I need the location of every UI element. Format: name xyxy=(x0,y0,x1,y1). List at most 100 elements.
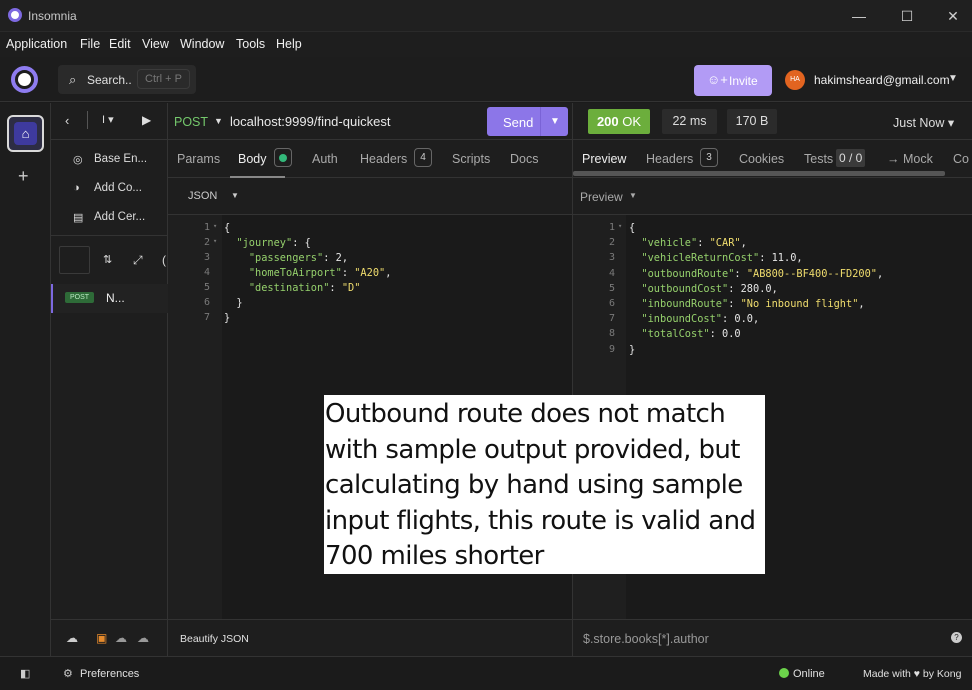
body-type-selector[interactable]: JSON xyxy=(188,190,217,202)
line-number: 8 xyxy=(608,328,615,339)
url-input[interactable]: localhost:9999/find-quickest xyxy=(230,114,390,129)
preview-mode-selector[interactable]: Preview xyxy=(580,190,623,204)
line-number: 4 xyxy=(608,268,615,279)
tab-response-headers[interactable]: Headers xyxy=(646,152,693,166)
add-user-icon: ☺+ xyxy=(707,72,728,87)
git-icon[interactable]: ▣ xyxy=(96,631,107,645)
minimize-button[interactable]: — xyxy=(849,6,869,26)
sidebar-item-add-cookies[interactable]: ◑ Add Co... xyxy=(73,182,168,198)
tab-mock[interactable]: → Mock xyxy=(887,152,933,166)
method-selector[interactable]: POST xyxy=(174,115,208,129)
tab-docs[interactable]: Docs xyxy=(510,152,538,166)
more-icon[interactable]: ( xyxy=(162,253,166,267)
beautify-json-button[interactable]: Beautify JSON xyxy=(180,633,249,645)
annotation-line: with sample output provided, but xyxy=(325,434,741,465)
line-number: 2 xyxy=(203,237,210,248)
chevron-down-icon[interactable]: ▼ xyxy=(214,116,223,126)
search-button[interactable]: ⌕ Search.. Ctrl + P xyxy=(58,65,196,94)
invite-button[interactable]: ☺+ Invite xyxy=(694,65,772,96)
code-line: "outboundCost": 280.0, xyxy=(641,283,778,295)
sidebar-item-base-environment[interactable]: ◎ Base En... xyxy=(73,153,168,169)
chevron-down-icon[interactable]: ▼ xyxy=(629,191,637,200)
tab-params[interactable]: Params xyxy=(177,152,220,166)
line-number: 5 xyxy=(608,283,615,294)
tab-tests[interactable]: Tests xyxy=(804,152,833,166)
code-line: } xyxy=(224,312,231,324)
window-title: Insomnia xyxy=(28,9,77,23)
line-number: 7 xyxy=(203,312,210,323)
body-type-row: JSON ▼ xyxy=(168,178,572,215)
menu-file[interactable]: File xyxy=(80,37,100,51)
sidebar-footer: ☁ ▣ ☁ ☁ xyxy=(51,619,168,656)
tab-body[interactable]: Body xyxy=(238,152,267,166)
menu-help[interactable]: Help xyxy=(276,37,302,51)
avatar[interactable]: HA xyxy=(785,70,805,90)
sidebar-item-add-certificates[interactable]: ▤ Add Cer... xyxy=(73,211,168,227)
cloud-upload-icon[interactable]: ☁ xyxy=(137,631,149,645)
tests-count-badge: 0 / 0 xyxy=(836,149,866,167)
tab-scripts[interactable]: Scripts xyxy=(452,152,490,166)
app-logo-icon[interactable] xyxy=(11,66,38,93)
code-line: "inboundCost": 0.0, xyxy=(641,313,760,325)
fold-icon[interactable]: ▾ xyxy=(213,237,217,245)
user-email[interactable]: hakimsheard@gmail.com xyxy=(814,73,950,87)
code-line: "outboundRoute": "AB800--BF400--FD200", xyxy=(641,268,884,280)
response-filter-input[interactable]: $.store.books[*].author xyxy=(583,632,709,646)
cloud-icon[interactable]: ☁ xyxy=(66,631,78,645)
response-history-selector[interactable]: Just Now ▾ xyxy=(893,115,954,130)
menu-edit[interactable]: Edit xyxy=(109,37,131,51)
home-button[interactable]: ⌂ xyxy=(7,115,44,152)
chevron-down-icon[interactable]: ▼ xyxy=(550,116,560,127)
line-number: 7 xyxy=(608,313,615,324)
sidebar-toggle-icon[interactable]: ◧ xyxy=(20,667,30,680)
tab-auth[interactable]: Auth xyxy=(312,152,338,166)
tab-cookies[interactable]: Cookies xyxy=(739,152,784,166)
headers-count-badge: 4 xyxy=(414,148,432,167)
response-time: 22 ms xyxy=(662,109,717,134)
tab-preview[interactable]: Preview xyxy=(582,152,626,166)
insomnia-logo-icon xyxy=(8,8,22,22)
sidebar-request-item[interactable]: POST N... xyxy=(51,284,168,313)
preferences-link[interactable]: Preferences xyxy=(80,668,139,680)
run-icon[interactable]: ▶ xyxy=(142,113,151,127)
response-size: 170 B xyxy=(727,109,777,134)
chevron-down-icon[interactable]: ▼ xyxy=(231,191,239,200)
filter-input[interactable] xyxy=(59,246,90,274)
fold-icon[interactable]: ▾ xyxy=(618,222,622,230)
left-rail: ⌂ + xyxy=(0,103,51,656)
maximize-button[interactable]: ☐ xyxy=(897,6,917,26)
cookie-icon: ◑ xyxy=(73,182,80,194)
help-icon[interactable]: ? xyxy=(951,632,962,643)
fold-icon[interactable]: ▾ xyxy=(213,222,217,230)
tab-console[interactable]: Co xyxy=(953,152,969,166)
response-headers-count-badge: 3 xyxy=(700,148,718,167)
code-line: "homeToAirport": "A20", xyxy=(248,267,392,279)
back-icon[interactable]: ‹ xyxy=(65,113,69,128)
sidebar-divider xyxy=(51,235,168,236)
code-line: "passengers": 2, xyxy=(248,252,349,264)
line-number: 6 xyxy=(608,298,615,309)
menu-application[interactable]: Application xyxy=(6,37,67,51)
line-number: 6 xyxy=(203,297,210,308)
sort-icon[interactable]: ⇅ xyxy=(103,253,112,266)
expand-icon[interactable]: ⤢ xyxy=(133,253,143,268)
menu-window[interactable]: Window xyxy=(180,37,224,51)
url-bar: POST ▼ localhost:9999/find-quickest Send… xyxy=(168,103,572,140)
search-shortcut: Ctrl + P xyxy=(137,69,190,89)
status-bar: ◧ ⚙ Preferences Online Made with ♥ by Ko… xyxy=(0,656,972,690)
send-button[interactable]: Send ▼ xyxy=(487,107,568,136)
menu-view[interactable]: View xyxy=(142,37,169,51)
close-button[interactable]: ✕ xyxy=(943,6,963,26)
plus-icon[interactable]: + xyxy=(18,166,29,187)
invite-label: Invite xyxy=(729,74,758,88)
request-name: N... xyxy=(106,291,125,305)
made-with-kong[interactable]: Made with ♥ by Kong xyxy=(863,668,961,680)
tabs-scrollbar[interactable] xyxy=(573,171,945,176)
chevron-down-icon[interactable]: ▼ xyxy=(948,73,958,84)
gear-icon[interactable]: ⚙ xyxy=(63,667,73,680)
environment-selector[interactable]: I ▾ xyxy=(102,113,114,126)
menu-tools[interactable]: Tools xyxy=(236,37,265,51)
cloud-download-icon[interactable]: ☁ xyxy=(115,631,127,645)
tab-headers[interactable]: Headers xyxy=(360,152,407,166)
code-line: "vehicleReturnCost": 11.0, xyxy=(641,252,803,264)
